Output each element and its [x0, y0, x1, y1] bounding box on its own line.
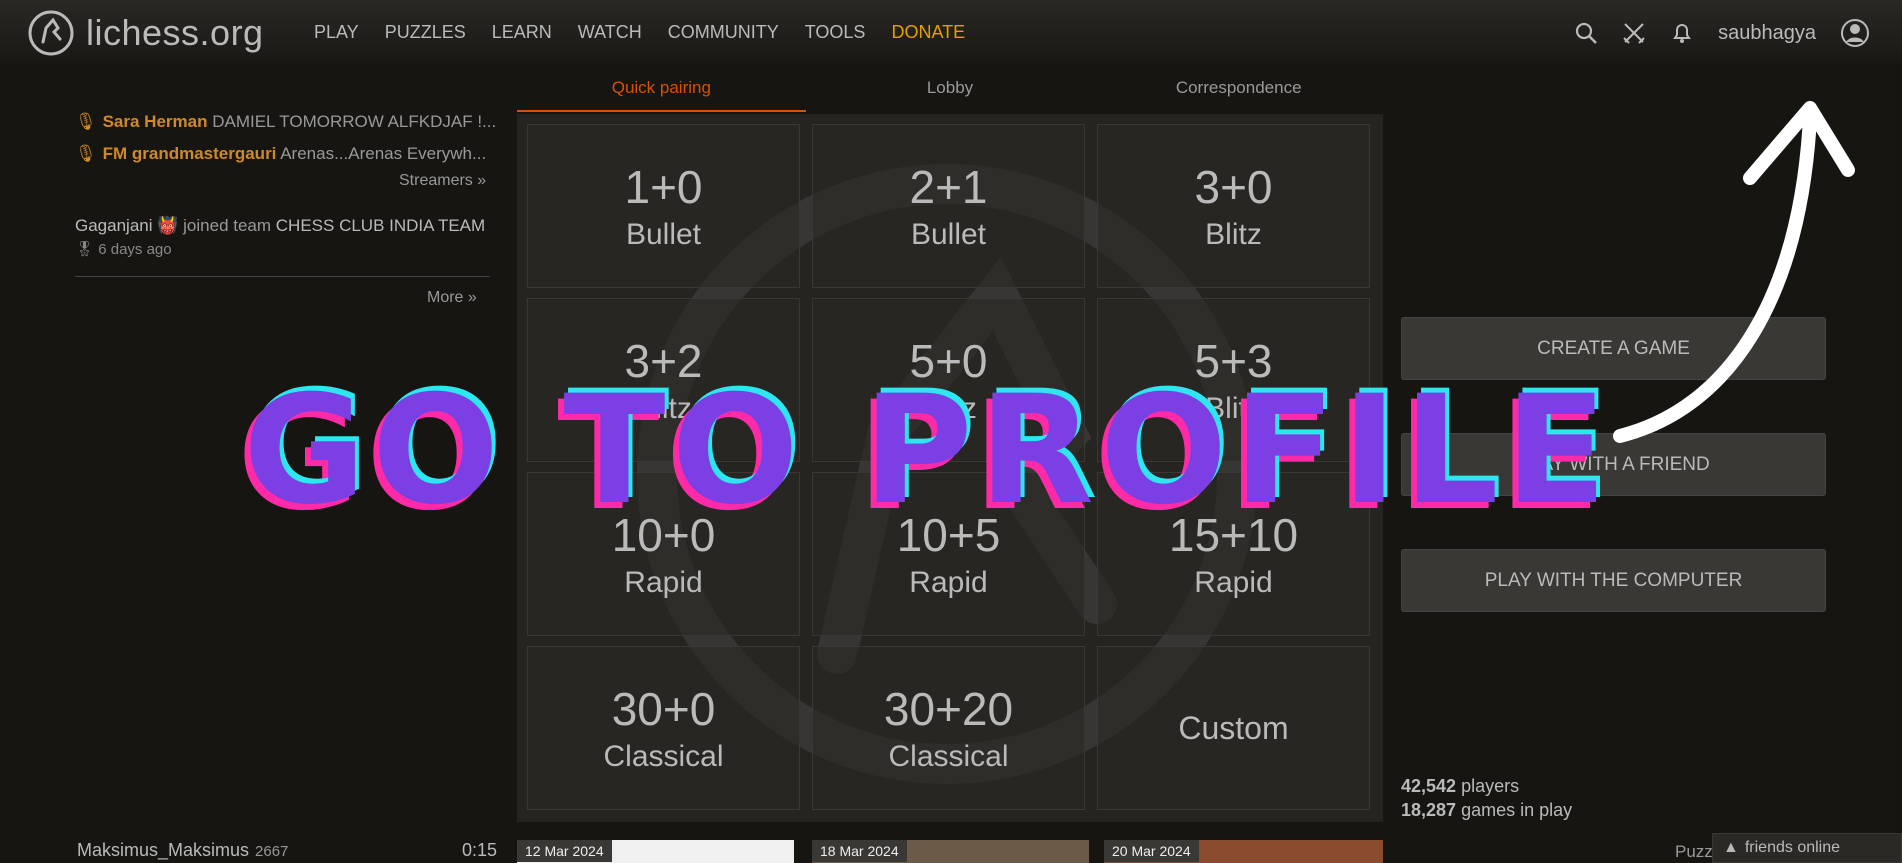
knight-logo-icon	[28, 10, 74, 56]
main-nav: PLAY PUZZLES LEARN WATCH COMMUNITY TOOLS…	[314, 22, 965, 43]
nav-learn[interactable]: LEARN	[492, 22, 552, 43]
tv-clock: 0:15	[462, 840, 498, 860]
timeline-action: joined team	[183, 216, 272, 235]
site-counters: 42,542 players 18,287 games in play	[1401, 774, 1572, 822]
microphone-icon: 🎙	[75, 112, 97, 131]
nav-donate[interactable]: DONATE	[891, 22, 965, 43]
tv-player-rating: 2667	[255, 843, 289, 860]
microphone-icon: 🎙	[75, 144, 97, 163]
timeline-user[interactable]: Gaganjani	[75, 216, 153, 235]
go-to-profile-overlay: GO TO PROFILE GO TO PROFILE GO TO PROFIL…	[237, 372, 1613, 522]
pairing-30-0[interactable]: 30+0 Classical	[527, 646, 800, 810]
pairing-perf: Rapid	[1194, 566, 1273, 599]
caret-up-icon: ▲	[1723, 839, 1739, 856]
pairing-clock: 3+0	[1194, 161, 1273, 213]
search-icon[interactable]	[1574, 21, 1598, 45]
pairing-3-0[interactable]: 3+0 Blitz	[1097, 124, 1370, 288]
notifications-bell-icon[interactable]	[1670, 21, 1694, 45]
blog-date: 18 Mar 2024	[812, 840, 907, 862]
username-link[interactable]: saubhagya	[1718, 22, 1816, 45]
tv-player[interactable]: Maksimus_Maksimus 2667	[77, 840, 288, 861]
pairing-perf: Rapid	[624, 566, 703, 599]
pairing-30-20[interactable]: 30+20 Classical	[812, 646, 1085, 810]
blog-date: 20 Mar 2024	[1104, 840, 1199, 862]
streamer-desc: Arenas...Arenas Everywh...	[280, 144, 487, 163]
streamer-name: Sara Herman	[102, 112, 208, 131]
streamer-item[interactable]: 🎙 FM grandmastergauri Arenas...Arenas Eve…	[75, 138, 495, 170]
pairing-perf: Classical	[888, 740, 1009, 773]
pairing-custom-label: Custom	[1178, 709, 1289, 746]
pairing-2-1[interactable]: 2+1 Bullet	[812, 124, 1085, 288]
friends-online-label: friends online	[1744, 839, 1841, 856]
timeline-more-link[interactable]: More »	[427, 289, 477, 307]
timeline-divider	[75, 276, 490, 277]
site-header: lichess.org PLAY PUZZLES LEARN WATCH COM…	[0, 0, 1902, 64]
blog-thumbnail[interactable]: 12 Mar 2024	[517, 840, 794, 863]
pairing-1-0[interactable]: 1+0 Bullet	[527, 124, 800, 288]
streamer-item[interactable]: 🎙 Sara Herman DAMIEL TOMORROW ALFKDJAF !.…	[75, 106, 495, 138]
timeline-ago: 6 days ago	[98, 241, 172, 258]
play-with-computer-button[interactable]: PLAY WITH THE COMPUTER	[1401, 549, 1826, 612]
pairing-clock: 30+20	[883, 683, 1014, 735]
pairing-perf: Rapid	[909, 566, 988, 599]
nav-puzzles[interactable]: PUZZLES	[385, 22, 466, 43]
friends-online-toggle[interactable]: ▲ friends online	[1712, 833, 1902, 863]
header-actions: saubhagya	[1574, 18, 1870, 48]
overlay-text-main: GO TO PROFILE	[243, 372, 1613, 522]
lobby-tabs: Quick pairing Lobby Correspondence	[517, 78, 1383, 112]
tab-correspondence[interactable]: Correspondence	[1094, 78, 1383, 112]
nav-tools[interactable]: TOOLS	[805, 22, 866, 43]
timeline-time: 🎖 6 days ago	[75, 240, 495, 258]
pairing-clock: 2+1	[909, 161, 988, 213]
timeline-entry: Gaganjani 👹 joined team CHESS CLUB INDIA…	[75, 216, 495, 258]
tab-lobby[interactable]: Lobby	[806, 78, 1095, 112]
blog-thumbnail[interactable]: 18 Mar 2024	[812, 840, 1089, 863]
nav-play[interactable]: PLAY	[314, 22, 359, 43]
medal-icon: 🎖	[75, 241, 95, 258]
pairing-clock: 1+0	[624, 161, 703, 213]
timeline-team[interactable]: CHESS CLUB INDIA TEAM	[276, 216, 485, 235]
puzzle-link[interactable]: Puzz	[1675, 842, 1713, 862]
pairing-clock: 30+0	[611, 683, 716, 735]
games-count: 18,287 games in play	[1401, 800, 1573, 820]
nav-watch[interactable]: WATCH	[578, 22, 642, 43]
players-count: 42,542 players	[1401, 776, 1520, 796]
lichess-logo[interactable]: lichess.org	[26, 8, 264, 58]
pairing-perf: Classical	[603, 740, 724, 773]
pairing-custom[interactable]: Custom	[1097, 646, 1370, 810]
blog-date: 12 Mar 2024	[517, 840, 612, 862]
streamer-name: FM grandmastergauri	[102, 144, 277, 163]
streamers-link[interactable]: Streamers »	[399, 172, 486, 190]
streamers-box: 🎙 Sara Herman DAMIEL TOMORROW ALFKDJAF !.…	[75, 106, 495, 170]
challenges-swords-icon[interactable]	[1622, 21, 1646, 45]
tv-player-name: Maksimus_Maksimus	[77, 840, 250, 860]
curved-arrow-icon	[1613, 101, 1855, 443]
streamer-desc: DAMIEL TOMORROW ALFKDJAF !...	[212, 112, 495, 131]
pairing-perf: Bullet	[910, 218, 987, 251]
timeline-emoji: 👹	[157, 216, 179, 235]
pairing-perf: Blitz	[1205, 218, 1262, 251]
logo-text: lichess.org	[86, 12, 264, 53]
pairing-perf: Bullet	[625, 218, 702, 251]
user-avatar-icon[interactable]	[1840, 18, 1870, 48]
tab-quick-pairing[interactable]: Quick pairing	[517, 78, 806, 112]
blog-thumbnail[interactable]: 20 Mar 2024	[1104, 840, 1383, 863]
nav-community[interactable]: COMMUNITY	[668, 22, 779, 43]
